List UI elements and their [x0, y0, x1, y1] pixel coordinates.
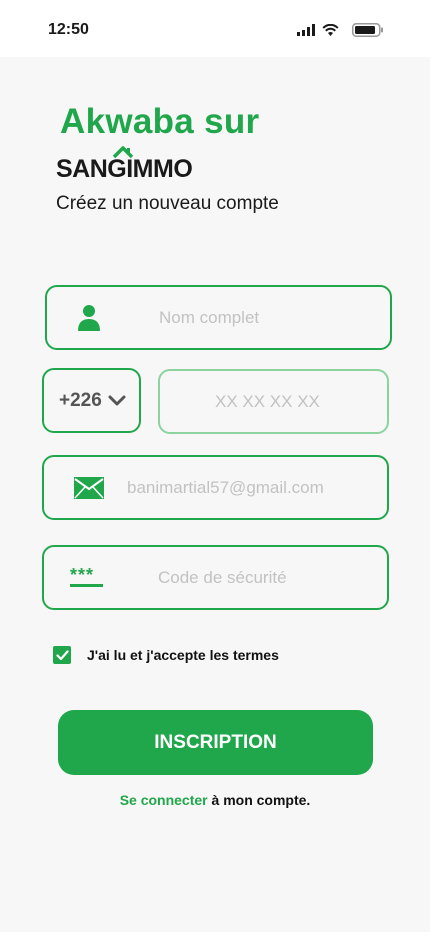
login-link[interactable]: Se connecter [120, 792, 208, 808]
login-suffix: à mon compte. [207, 792, 311, 808]
status-icons [297, 23, 384, 37]
terms-label: J'ai lu et j'accepte les termes [87, 647, 279, 663]
svg-text:SANGIMMO: SANGIMMO [56, 155, 192, 180]
greeting-title: Akwaba sur [60, 102, 260, 141]
email-placeholder: banimartial57@gmail.com [127, 477, 324, 497]
check-icon [55, 649, 69, 660]
terms-row[interactable]: J'ai lu et j'accepte les termes [53, 646, 279, 664]
user-icon [78, 304, 100, 331]
login-prompt: Se connecter à mon compte. [0, 792, 430, 808]
country-code-select[interactable]: +226 [42, 368, 141, 433]
security-code-field[interactable]: *** Code de sécurité [42, 545, 389, 610]
signal-icon [297, 24, 315, 36]
full-name-placeholder: Nom complet [159, 307, 260, 327]
status-time: 12:50 [48, 21, 89, 38]
inscription-button[interactable]: INSCRIPTION [58, 710, 373, 775]
full-name-field[interactable]: Nom complet [45, 285, 392, 350]
battery-icon [352, 23, 383, 37]
phone-placeholder: XX XX XX XX [215, 391, 320, 411]
status-bar: 12:50 [0, 0, 430, 57]
page-subtitle: Créez un nouveau compte [56, 193, 279, 214]
country-code-value: +226 [59, 389, 102, 411]
phone-number-field[interactable]: XX XX XX XX [158, 369, 389, 434]
sangimmo-logo: SANGIMMO [56, 146, 193, 180]
mail-icon [74, 476, 104, 499]
password-icon: *** [70, 568, 103, 587]
wifi-icon [322, 24, 339, 36]
chevron-down-icon [108, 395, 126, 405]
terms-checkbox[interactable] [53, 646, 71, 664]
security-code-placeholder: Code de sécurité [158, 567, 287, 587]
svg-text:***: *** [70, 568, 94, 585]
email-field[interactable]: banimartial57@gmail.com [42, 455, 389, 520]
